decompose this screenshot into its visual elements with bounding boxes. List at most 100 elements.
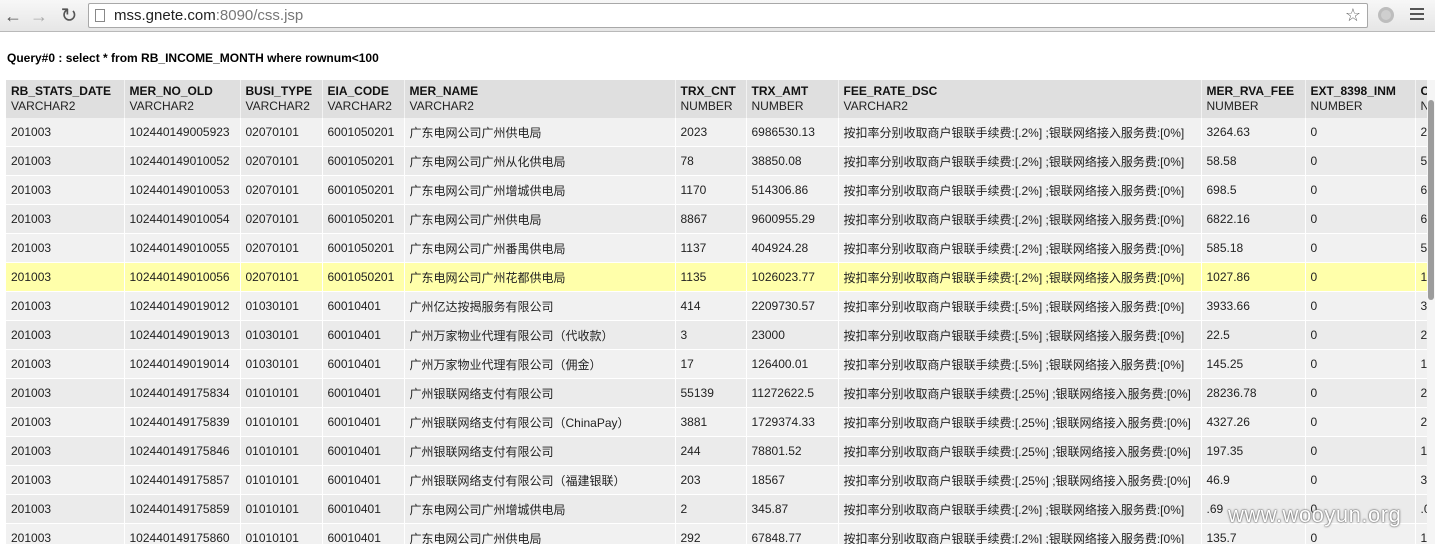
cell-fee-rate-dsc: 按扣率分别收取商户银联手续费:[.5%] ;银联网络接入服务费:[0%] (838, 320, 1202, 350)
reload-icon[interactable]: ↻ (58, 5, 80, 27)
page-icon (95, 9, 105, 22)
back-arrow-icon[interactable]: ← (2, 5, 24, 27)
cell-mer-name: 广州万家物业代理有限公司（佣金） (404, 349, 676, 379)
cell-trx-cnt: 3881 (675, 407, 747, 437)
cell-ext-8398-inm: 0 (1305, 465, 1416, 495)
cell-mer-name: 广东电网公司广州增城供电局 (404, 175, 676, 205)
table-body: 201003 102440149005923 02070101 6001050201 广… (6, 118, 1435, 544)
cell-trx-cnt: 292 (675, 523, 747, 544)
cell-rb-stats-date: 201003 (6, 378, 125, 408)
header-row: RB_STATS_DATE VARCHAR2 MER_NO_OLD VARCHAR2 B… (6, 80, 1435, 118)
url-text[interactable]: mss.gnete.com:8090/css.jsp (114, 7, 303, 25)
cell-fee-rate-dsc: 按扣率分别收取商户银联手续费:[.25%] ;银联网络接入服务费:[0%] (838, 465, 1202, 495)
cell-mer-no-old: 102440149005923 (124, 118, 241, 147)
cell-eia-code: 60010401 (322, 494, 405, 524)
column-name: FEE_RATE_DSC (843, 84, 938, 98)
table-row[interactable]: 201003 102440149019014 01030101 60010401 广州万… (6, 349, 1435, 379)
table-row[interactable]: 201003 102440149019012 01030101 60010401 广州亿… (6, 291, 1435, 321)
cell-mer-no-old: 102440149010054 (124, 204, 241, 234)
cell-trx-cnt: 414 (675, 291, 747, 321)
table-row[interactable]: 201003 102440149175839 01010101 60010401 广州银… (6, 407, 1435, 437)
cell-rb-stats-date: 201003 (6, 291, 125, 321)
cell-ext-8398-inm: 0 (1305, 175, 1416, 205)
cell-rb-stats-date: 201003 (6, 436, 125, 466)
table-row[interactable]: 201003 102440149175859 01010101 60010401 广东电… (6, 494, 1435, 524)
column-header-mer-rva-fee: MER_RVA_FEE NUMBER (1201, 80, 1306, 118)
cell-mer-rva-fee: 698.5 (1201, 175, 1306, 205)
column-name: EXT_8398_INM (1310, 84, 1396, 98)
cell-mer-rva-fee: 28236.78 (1201, 378, 1306, 408)
vertical-scrollbar[interactable] (1427, 80, 1435, 544)
cell-trx-cnt: 1170 (675, 175, 747, 205)
cell-mer-name: 广州银联网络支付有限公司（ChinaPay） (404, 407, 676, 437)
cell-mer-no-old: 102440149019012 (124, 291, 241, 321)
url-host: mss.gnete.com (114, 7, 216, 24)
cell-trx-amt: 345.87 (746, 494, 839, 524)
cell-eia-code: 6001050201 (322, 262, 405, 292)
address-bar[interactable]: mss.gnete.com:8090/css.jsp ☆ (88, 3, 1368, 28)
table-row[interactable]: 201003 102440149005923 02070101 6001050201 广… (6, 118, 1435, 147)
cell-ext-8398-inm: 0 (1305, 118, 1416, 147)
cell-fee-rate-dsc: 按扣率分别收取商户银联手续费:[.2%] ;银联网络接入服务费:[0%] (838, 494, 1202, 524)
cell-eia-code: 6001050201 (322, 146, 405, 176)
column-header-eia-code: EIA_CODE VARCHAR2 (322, 80, 405, 118)
hamburger-menu-icon[interactable] (1410, 8, 1424, 23)
column-header-mer-no-old: MER_NO_OLD VARCHAR2 (124, 80, 241, 118)
cell-mer-rva-fee: 1027.86 (1201, 262, 1306, 292)
table-row[interactable]: 201003 102440149010055 02070101 6001050201 广… (6, 233, 1435, 263)
extension-icon[interactable] (1378, 7, 1394, 23)
cell-trx-cnt: 78 (675, 146, 747, 176)
cell-trx-cnt: 244 (675, 436, 747, 466)
cell-rb-stats-date: 201003 (6, 407, 125, 437)
column-name: BUSI_TYPE (245, 84, 313, 98)
scrollbar-thumb[interactable] (1428, 100, 1434, 300)
cell-ext-8398-inm: 0 (1305, 233, 1416, 263)
cell-trx-amt: 18567 (746, 465, 839, 495)
column-name: MER_RVA_FEE (1206, 84, 1295, 98)
table-row[interactable]: 201003 102440149175846 01010101 60010401 广州银… (6, 436, 1435, 466)
column-type: VARCHAR2 (11, 99, 76, 113)
cell-mer-rva-fee: 3264.63 (1201, 118, 1306, 147)
table-row[interactable]: 201003 102440149175834 01010101 60010401 广州银… (6, 378, 1435, 408)
column-type: NUMBER (1310, 99, 1363, 113)
cell-rb-stats-date: 201003 (6, 118, 125, 147)
column-header-rb-stats-date: RB_STATS_DATE VARCHAR2 (6, 80, 125, 118)
cell-fee-rate-dsc: 按扣率分别收取商户银联手续费:[.25%] ;银联网络接入服务费:[0%] (838, 407, 1202, 437)
cell-ext-8398-inm: 0 (1305, 204, 1416, 234)
cell-rb-stats-date: 201003 (6, 494, 125, 524)
cell-mer-no-old: 102440149019014 (124, 349, 241, 379)
column-name: MER_NO_OLD (129, 84, 213, 98)
forward-arrow-icon[interactable]: → (28, 5, 50, 27)
cell-rb-stats-date: 201003 (6, 262, 125, 292)
cell-mer-rva-fee: 6822.16 (1201, 204, 1306, 234)
cell-mer-name: 广州银联网络支付有限公司 (404, 436, 676, 466)
browser-toolbar: ← → ↻ mss.gnete.com:8090/css.jsp ☆ (0, 0, 1435, 32)
cell-eia-code: 6001050201 (322, 175, 405, 205)
cell-fee-rate-dsc: 按扣率分别收取商户银联手续费:[.2%] ;银联网络接入服务费:[0%] (838, 118, 1202, 147)
table-row[interactable]: 201003 102440149010053 02070101 6001050201 广… (6, 175, 1435, 205)
column-header-busi-type: BUSI_TYPE VARCHAR2 (240, 80, 323, 118)
bookmark-star-icon[interactable]: ☆ (1345, 5, 1361, 25)
cell-eia-code: 60010401 (322, 320, 405, 350)
cell-trx-amt: 404924.28 (746, 233, 839, 263)
table-row[interactable]: 201003 102440149010056 02070101 6001050201 广… (6, 262, 1435, 292)
cell-mer-no-old: 102440149175839 (124, 407, 241, 437)
column-name: TRX_AMT (751, 84, 809, 98)
column-type: VARCHAR2 (843, 99, 908, 113)
table-row[interactable]: 201003 102440149010052 02070101 6001050201 广… (6, 146, 1435, 176)
cell-fee-rate-dsc: 按扣率分别收取商户银联手续费:[.25%] ;银联网络接入服务费:[0%] (838, 436, 1202, 466)
cell-rb-stats-date: 201003 (6, 320, 125, 350)
table-row[interactable]: 201003 102440149175857 01010101 60010401 广州银… (6, 465, 1435, 495)
cell-fee-rate-dsc: 按扣率分别收取商户银联手续费:[.2%] ;银联网络接入服务费:[0%] (838, 146, 1202, 176)
table-row[interactable]: 201003 102440149019013 01030101 60010401 广州万… (6, 320, 1435, 350)
cell-busi-type: 01030101 (240, 320, 323, 350)
cell-eia-code: 60010401 (322, 523, 405, 544)
cell-trx-amt: 6986530.13 (746, 118, 839, 147)
cell-trx-cnt: 3 (675, 320, 747, 350)
cell-busi-type: 01010101 (240, 523, 323, 544)
column-header-trx-amt: TRX_AMT NUMBER (746, 80, 839, 118)
cell-fee-rate-dsc: 按扣率分别收取商户银联手续费:[.2%] ;银联网络接入服务费:[0%] (838, 262, 1202, 292)
table-row[interactable]: 201003 102440149175860 01010101 60010401 广东电… (6, 523, 1435, 544)
cell-trx-amt: 2209730.57 (746, 291, 839, 321)
table-row[interactable]: 201003 102440149010054 02070101 6001050201 广… (6, 204, 1435, 234)
